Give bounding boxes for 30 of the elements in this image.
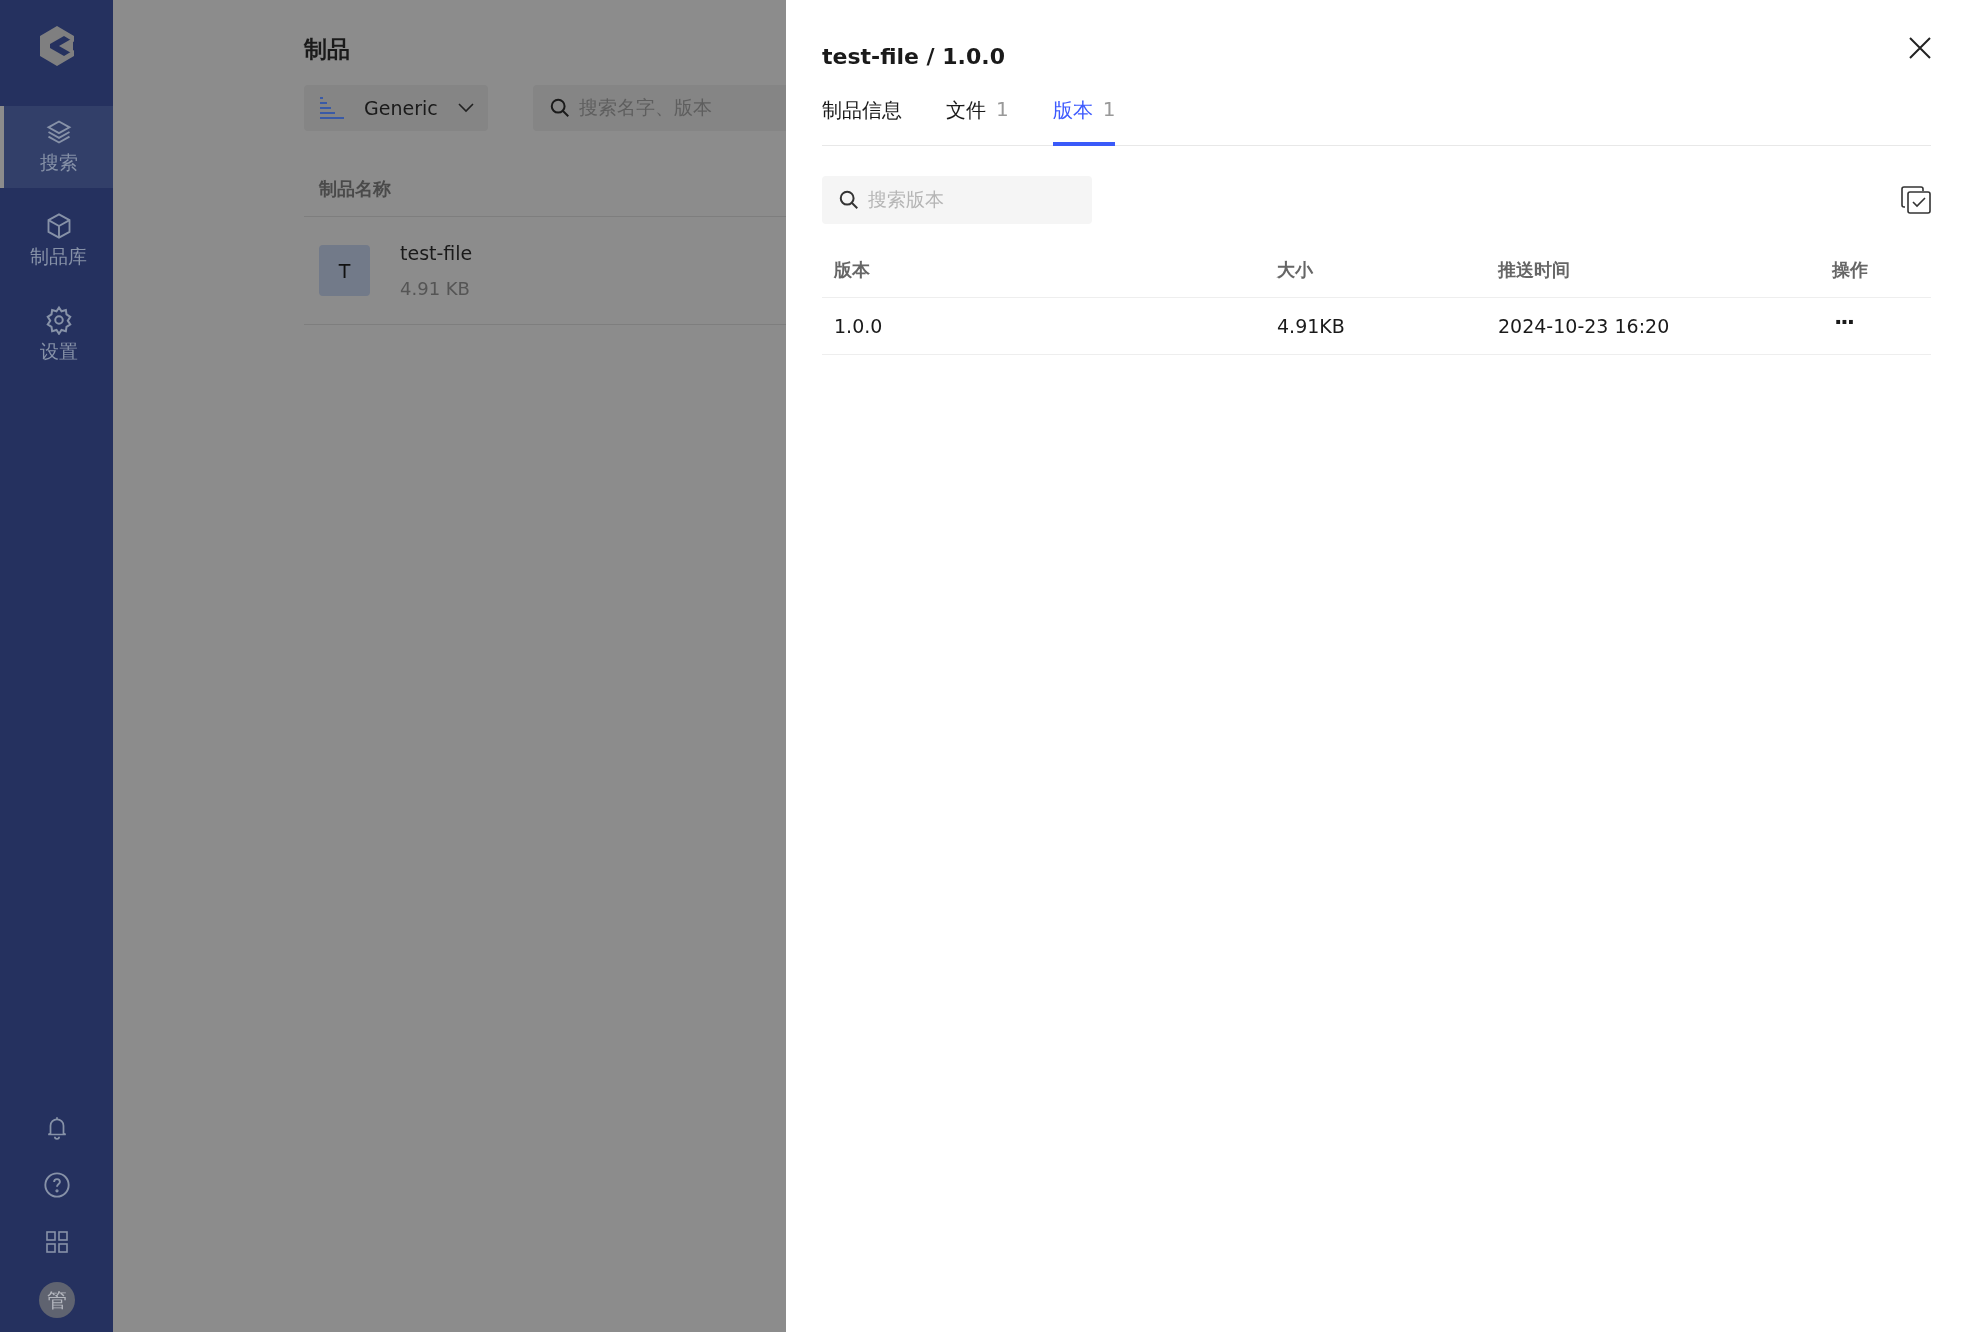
page-title: 制品 (304, 35, 351, 64)
close-icon[interactable] (1908, 36, 1932, 60)
drawer-tab[interactable]: 制品信息 (822, 97, 902, 146)
type-select[interactable]: Generic (304, 85, 488, 131)
help-icon[interactable] (42, 1170, 71, 1199)
layers-icon (44, 118, 73, 146)
drawer-tab[interactable]: 版本 1 (1052, 97, 1116, 146)
sidebar-nav-item[interactable]: 制品库 (0, 200, 113, 282)
bar-list-icon (320, 97, 344, 119)
table-cell: 2024-10-23 16:20 (1486, 298, 1820, 355)
sidebar-nav-item[interactable]: 设置 (0, 294, 113, 376)
multi-select-icon[interactable] (1901, 186, 1931, 214)
column-header: 推送时间 (1486, 242, 1820, 298)
table-cell: 4.91KB (1265, 298, 1486, 355)
drawer-tab[interactable]: 文件 1 (946, 97, 1009, 146)
artifact-initial-tile: T (319, 245, 370, 296)
column-header: 大小 (1265, 242, 1486, 298)
apps-grid-icon[interactable] (44, 1229, 69, 1254)
sidebar-nav-item[interactable]: 搜索 (0, 106, 113, 188)
table-cell: 1.0.0 (822, 298, 1265, 355)
drawer-title: test-file / 1.0.0 (822, 44, 1005, 69)
chevron-down-icon (457, 103, 474, 113)
column-header: 版本 (822, 242, 1265, 298)
search-icon (838, 189, 860, 211)
more-actions-button[interactable]: ··· (1832, 311, 1856, 333)
search-icon (548, 97, 571, 119)
settings-icon (43, 305, 74, 335)
artifact-name: test-file (400, 242, 473, 264)
column-header: 操作 (1820, 242, 1931, 298)
user-avatar[interactable]: 管 (38, 1282, 75, 1318)
